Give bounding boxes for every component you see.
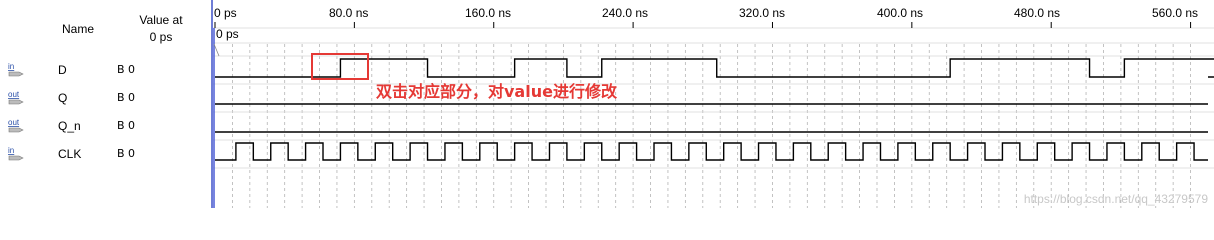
signal-value: B 0 (117, 147, 136, 160)
pin-icon-text: out (8, 90, 20, 99)
timeline-label-4: 320.0 ns (739, 6, 786, 20)
timeline-label-0: 0 ps (214, 6, 237, 20)
waveform-area[interactable] (213, 0, 1214, 208)
signal-value: B 0 (117, 91, 136, 104)
timeline-label-1: 80.0 ns (329, 6, 369, 20)
value-header-line1: Value at (139, 13, 183, 27)
timeline-label-7: 560.0 ns (1152, 6, 1199, 20)
input-pin-icon: in (6, 146, 28, 162)
signal-row-d[interactable]: in D B 0 (0, 58, 210, 82)
name-column-header: Name (62, 22, 95, 36)
timeline-label-5: 400.0 ns (877, 6, 924, 20)
signal-value: B 0 (117, 63, 136, 76)
signal-name: D (58, 63, 67, 77)
waveform-canvas[interactable] (213, 0, 1214, 208)
value-column-header: Value at 0 ps (128, 12, 194, 46)
input-pin-icon: in (6, 62, 28, 78)
signal-name: Q (58, 91, 68, 105)
signal-row-q[interactable]: out Q B 0 (0, 86, 210, 110)
signal-name: Q_n (58, 119, 81, 133)
pin-icon-text: out (8, 118, 20, 127)
timeline-label-2: 160.0 ns (465, 6, 512, 20)
timeline-label-6: 480.0 ns (1014, 6, 1061, 20)
highlight-box (311, 53, 369, 80)
signal-row-q-n[interactable]: out Q_n B 0 (0, 114, 210, 138)
value-header-line2: 0 ps (149, 30, 173, 44)
output-pin-icon: out (6, 118, 28, 134)
pin-icon-text: in (8, 146, 14, 155)
signal-value: B 0 (117, 119, 136, 132)
signal-row-clk[interactable]: in CLK B 0 (0, 142, 210, 166)
watermark-text: https://blog.csdn.net/qq_43279579 (1023, 192, 1208, 206)
cursor-time-label: 0 ps (216, 27, 239, 41)
output-pin-icon: out (6, 90, 28, 106)
timeline-label-3: 240.0 ns (602, 6, 649, 20)
waveform-clk (215, 142, 1208, 161)
signal-name: CLK (58, 147, 82, 161)
pin-icon-text: in (8, 62, 14, 71)
annotation-text: 双击对应部分，对value进行修改 (376, 82, 617, 101)
signal-list-pane: Name Value at 0 ps in D B 0 out Q B 0 ou… (0, 0, 210, 208)
